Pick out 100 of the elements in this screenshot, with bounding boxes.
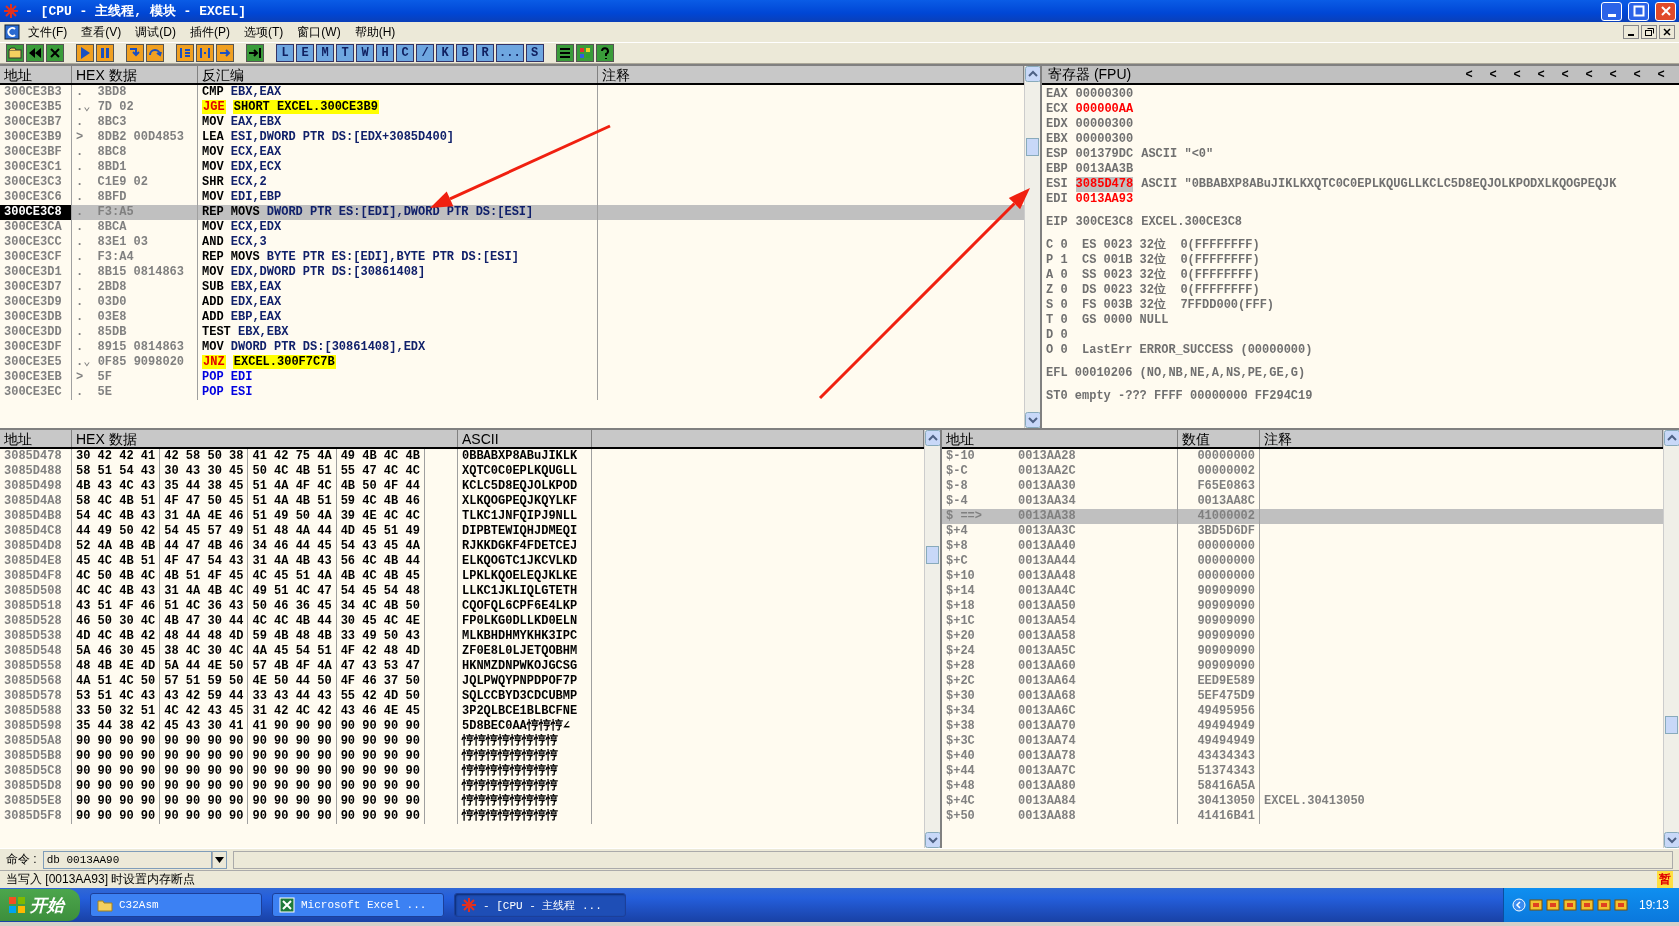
tray-app-icon[interactable] — [1562, 898, 1577, 912]
stack-row[interactable]: $+8 0013AA40 00000000 — [942, 539, 1663, 554]
stack-row[interactable]: $+4 0013AA3C 3BD5D6DF — [942, 524, 1663, 539]
scrollbar-thumb[interactable] — [926, 546, 939, 564]
maximize-button[interactable] — [1628, 1, 1649, 21]
start-button[interactable]: 开始 — [0, 889, 80, 921]
tray-app-icon[interactable] — [1545, 898, 1560, 912]
scroll-up-icon[interactable] — [1664, 430, 1679, 446]
minimize-button[interactable] — [1623, 25, 1639, 39]
stack-row[interactable]: $+28 0013AA60 90909090 — [942, 659, 1663, 674]
menu-item[interactable]: 帮助(H) — [348, 23, 402, 41]
stack-row[interactable]: $-C 0013AA2C 00000002 — [942, 464, 1663, 479]
column-header[interactable]: 数值 — [1178, 430, 1260, 447]
collapse-arrow[interactable]: < — [1601, 67, 1625, 82]
collapse-arrow[interactable]: < — [1625, 67, 1649, 82]
toolbar-button[interactable]: K — [436, 44, 454, 62]
ime-indicator[interactable]: 暂 — [1657, 871, 1673, 888]
taskbar-button[interactable]: C32Asm — [90, 893, 262, 917]
toolbar-button[interactable]: / — [416, 44, 434, 62]
scrollbar[interactable] — [1024, 66, 1040, 428]
stack-row[interactable]: $+3C 0013AA74 49494949 — [942, 734, 1663, 749]
collapse-arrow[interactable]: < — [1505, 67, 1529, 82]
column-header[interactable]: HEX 数据 — [72, 430, 458, 447]
toolbar-button[interactable] — [575, 44, 594, 62]
stack-row[interactable]: $+48 0013AA80 58416A5A — [942, 779, 1663, 794]
stack-row[interactable]: $+1C 0013AA54 90909090 — [942, 614, 1663, 629]
register-value[interactable]: 0013AA3B — [1075, 162, 1134, 177]
toolbar-button[interactable]: T — [336, 44, 354, 62]
column-header[interactable]: ASCII — [458, 430, 592, 447]
toolbar-button[interactable] — [595, 44, 614, 62]
column-header[interactable]: HEX 数据 — [72, 66, 198, 83]
column-header[interactable]: 注释 — [598, 66, 1024, 83]
register-value[interactable]: 001379DC — [1075, 147, 1134, 162]
stack-row[interactable]: $+34 0013AA6C 49495956 — [942, 704, 1663, 719]
scrollbar-thumb[interactable] — [1026, 138, 1039, 156]
stack-row[interactable]: $+40 0013AA78 43434343 — [942, 749, 1663, 764]
collapse-arrow[interactable]: < — [1577, 67, 1601, 82]
register-value[interactable]: 00000300 — [1075, 132, 1134, 147]
toolbar-button[interactable]: E — [296, 44, 314, 62]
stack-row[interactable]: $-10 0013AA28 00000000 — [942, 449, 1663, 464]
toolbar-button[interactable]: L — [276, 44, 294, 62]
toolbar-button[interactable] — [46, 44, 64, 62]
collapse-arrow[interactable]: < — [1529, 67, 1553, 82]
collapse-arrow[interactable]: < — [1649, 67, 1673, 82]
scrollbar[interactable] — [924, 430, 940, 848]
stack-row[interactable]: $+24 0013AA5C 90909090 — [942, 644, 1663, 659]
close-button[interactable] — [1659, 25, 1675, 39]
menu-item[interactable]: 窗口(W) — [291, 23, 347, 41]
stack-row[interactable]: $+10 0013AA48 00000000 — [942, 569, 1663, 584]
scrollbar[interactable] — [1663, 430, 1679, 848]
toolbar-button[interactable]: H — [376, 44, 394, 62]
taskbar-button[interactable]: Microsoft Excel ... — [272, 893, 444, 917]
menu-item[interactable]: 选项(T) — [238, 23, 290, 41]
toolbar-button[interactable]: S — [525, 44, 544, 62]
menu-item[interactable]: 文件(F) — [22, 23, 74, 41]
restore-button[interactable] — [1641, 25, 1657, 39]
tray-app-icon[interactable] — [1596, 898, 1611, 912]
stack-row[interactable]: $+50 0013AA88 41416B41 — [942, 809, 1663, 824]
scrollbar-thumb[interactable] — [1665, 716, 1678, 734]
toolbar-button[interactable]: W — [356, 44, 374, 62]
expand-icon[interactable] — [1511, 898, 1526, 912]
command-field[interactable]: db 0013AA90 — [42, 850, 212, 869]
menu-item[interactable]: 调试(D) — [129, 23, 182, 41]
collapse-arrow[interactable]: < — [1457, 67, 1481, 82]
stack-row[interactable]: $+2C 0013AA64 EED9E589 — [942, 674, 1663, 689]
scroll-down-icon[interactable] — [925, 832, 940, 848]
toolbar-button[interactable] — [555, 44, 574, 62]
taskbar-button[interactable]: - [CPU - 主线程 ... — [454, 893, 626, 917]
menu-item[interactable]: 查看(V) — [75, 23, 128, 41]
toolbar-button[interactable] — [246, 44, 264, 62]
scroll-up-icon[interactable] — [1025, 66, 1040, 82]
column-header[interactable]: 反汇编 — [198, 66, 598, 83]
column-header[interactable]: 地址 — [0, 66, 72, 83]
stack-row[interactable]: $+38 0013AA70 49494949 — [942, 719, 1663, 734]
toolbar-button[interactable]: B — [456, 44, 474, 62]
toolbar-button[interactable]: C — [396, 44, 414, 62]
stack-row[interactable]: $+4C 0013AA84 30413050 EXCEL.30413050 — [942, 794, 1663, 809]
stack-row[interactable]: $+18 0013AA50 90909090 — [942, 599, 1663, 614]
register-value[interactable]: 000000AA — [1075, 102, 1134, 117]
menu-item[interactable]: 插件(P) — [184, 23, 236, 41]
register-value[interactable]: 00000300 — [1075, 117, 1134, 132]
column-header[interactable]: 注释 — [1260, 430, 1663, 447]
tray-app-icon[interactable] — [1613, 898, 1628, 912]
stack-row[interactable]: $+30 0013AA68 5EF475D9 — [942, 689, 1663, 704]
stack-row[interactable]: $+14 0013AA4C 90909090 — [942, 584, 1663, 599]
stack-row[interactable]: $+20 0013AA58 90909090 — [942, 629, 1663, 644]
toolbar-button[interactable]: M — [316, 44, 334, 62]
tray-app-icon[interactable] — [1528, 898, 1543, 912]
stack-row[interactable]: $+44 0013AA7C 51374343 — [942, 764, 1663, 779]
toolbar-button[interactable] — [26, 44, 44, 62]
collapse-arrow[interactable]: < — [1481, 67, 1505, 82]
stack-row[interactable]: $+C 0013AA44 00000000 — [942, 554, 1663, 569]
register-value[interactable]: 0013AA93 — [1075, 192, 1134, 207]
stack-row[interactable]: $-8 0013AA30 F65E0863 — [942, 479, 1663, 494]
toolbar-button[interactable]: ... — [496, 44, 524, 62]
register-value[interactable]: 00000300 — [1075, 87, 1134, 102]
toolbar-button[interactable]: R — [476, 44, 494, 62]
column-header[interactable]: 地址 — [942, 430, 1178, 447]
column-header[interactable]: 地址 — [0, 430, 72, 447]
scroll-down-icon[interactable] — [1025, 412, 1040, 428]
